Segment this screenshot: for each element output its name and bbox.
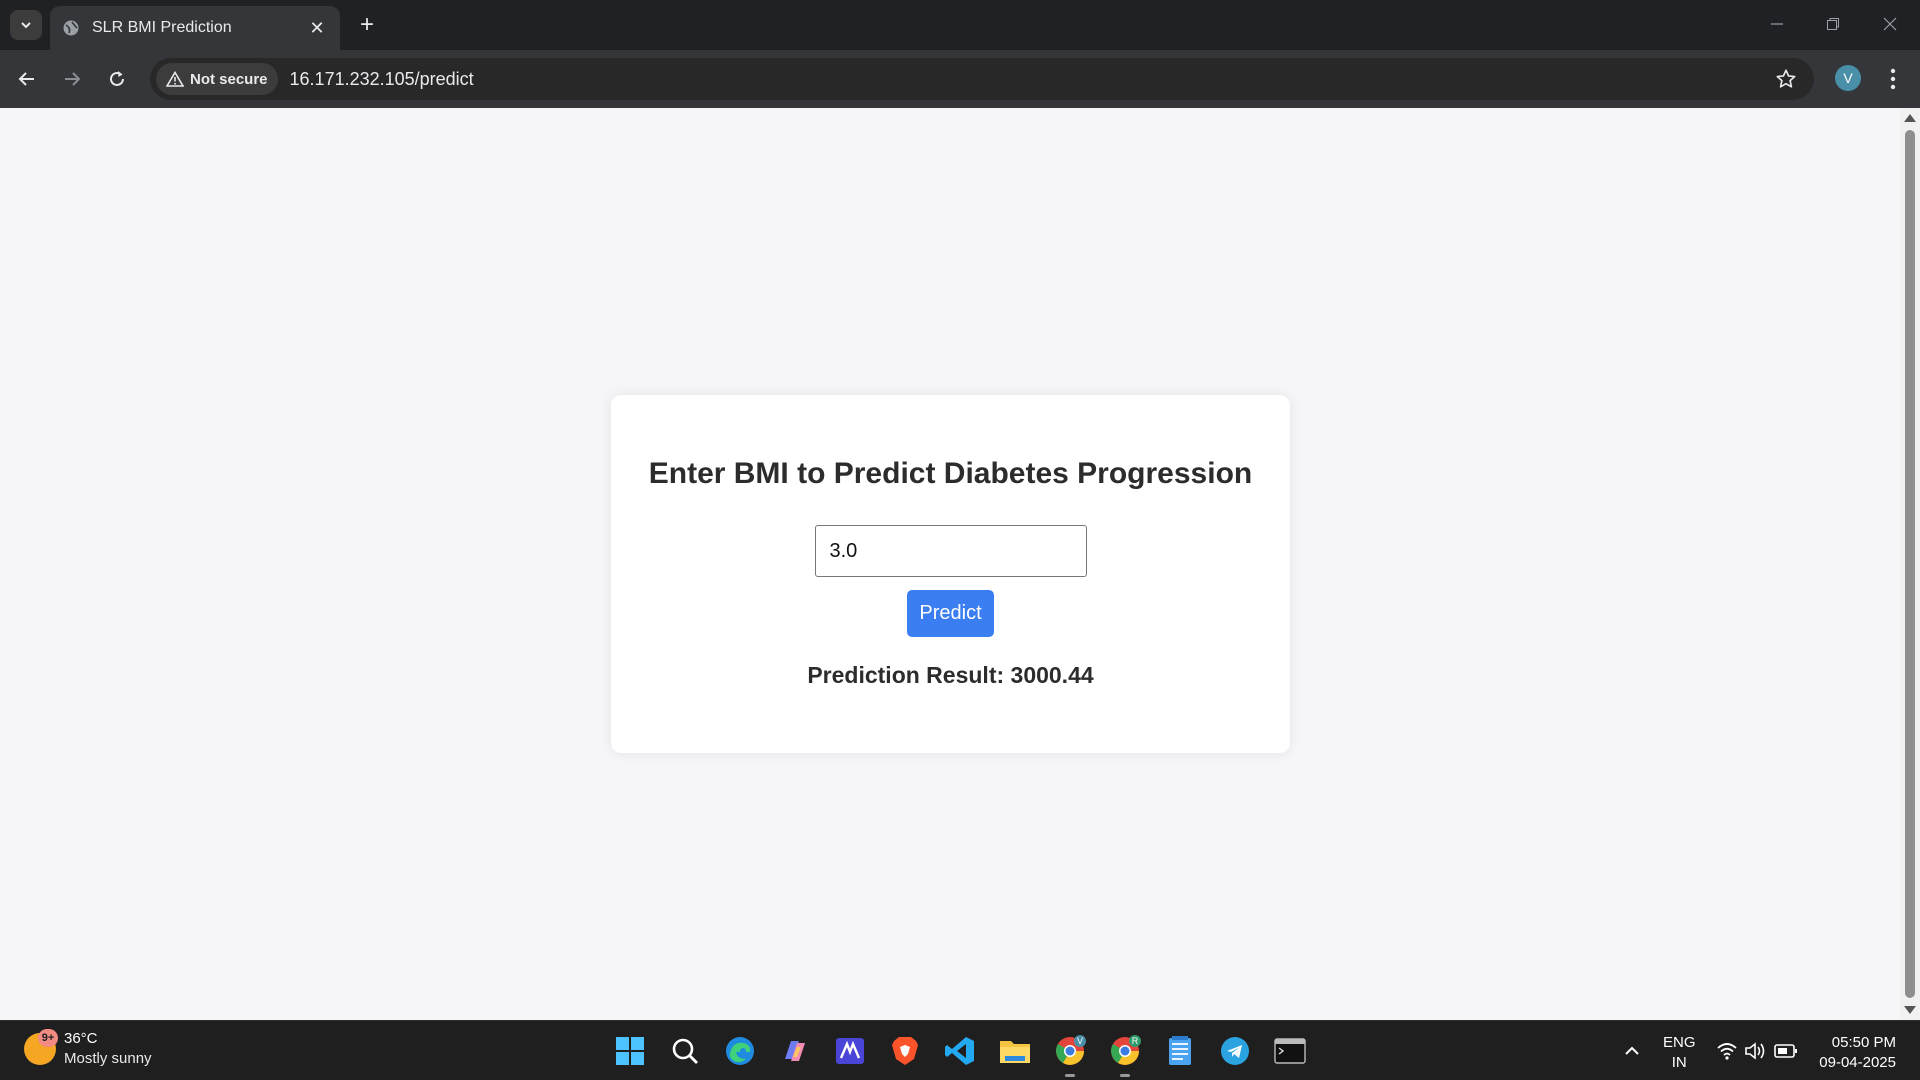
- star-icon: [1776, 69, 1796, 88]
- tab-search-button[interactable]: [10, 10, 42, 40]
- clock-date: 09-04-2025: [1819, 1054, 1896, 1071]
- taskbar-search-button[interactable]: [665, 1031, 705, 1071]
- new-tab-button[interactable]: +: [352, 10, 382, 40]
- running-indicator: [1065, 1074, 1075, 1077]
- chrome-icon: V: [1056, 1035, 1086, 1065]
- app-m-icon: [836, 1038, 864, 1064]
- close-window-button[interactable]: [1870, 8, 1910, 40]
- arrow-left-icon: [18, 72, 34, 86]
- page-scrollbar[interactable]: [1900, 108, 1920, 1020]
- address-bar[interactable]: Not secure 16.171.232.105/predict: [150, 58, 1814, 100]
- chrome-icon: R: [1111, 1035, 1141, 1065]
- start-button[interactable]: [610, 1031, 650, 1071]
- wifi-icon: [1717, 1043, 1737, 1060]
- bmi-input[interactable]: [814, 525, 1087, 577]
- close-tab-icon[interactable]: ✕: [306, 17, 328, 39]
- taskbar-apps: V R: [610, 1031, 1325, 1077]
- scroll-down-arrow[interactable]: [1904, 1006, 1916, 1014]
- running-indicator: [1120, 1074, 1130, 1077]
- globe-icon: [62, 19, 80, 37]
- predict-button[interactable]: Predict: [907, 590, 994, 637]
- weather-temp: 36°C: [64, 1030, 98, 1047]
- close-icon: [1883, 17, 1897, 31]
- taskbar-clock[interactable]: 05:50 PM 09-04-2025: [1812, 1033, 1896, 1073]
- taskbar: 9+ 36°C Mostly sunny V R ENG IN 05:50 PM…: [0, 1020, 1920, 1080]
- weather-condition: Mostly sunny: [64, 1050, 152, 1067]
- taskbar-app-m[interactable]: [830, 1031, 870, 1071]
- tab-strip: SLR BMI Prediction ✕ +: [0, 0, 1920, 50]
- scroll-thumb[interactable]: [1905, 130, 1915, 998]
- taskbar-brave[interactable]: [885, 1031, 925, 1071]
- taskbar-terminal[interactable]: [1270, 1031, 1310, 1071]
- taskbar-edge[interactable]: [720, 1031, 760, 1071]
- browser-toolbar: Not secure 16.171.232.105/predict V: [0, 50, 1920, 108]
- restore-button[interactable]: [1813, 8, 1853, 40]
- chevron-down-icon: [21, 22, 31, 29]
- volume-icon: [1745, 1042, 1765, 1060]
- taskbar-telegram[interactable]: [1215, 1031, 1255, 1071]
- minimize-button[interactable]: [1757, 8, 1797, 40]
- bookmark-button[interactable]: [1774, 67, 1798, 91]
- folder-icon: [1000, 1041, 1030, 1063]
- search-icon: [672, 1038, 698, 1064]
- show-hidden-icons-button[interactable]: [1622, 1031, 1642, 1071]
- restore-icon: [1827, 18, 1839, 30]
- security-label: Not secure: [190, 70, 268, 88]
- chrome-profile-badge: R: [1132, 1036, 1139, 1046]
- notepad-icon: [1169, 1036, 1191, 1065]
- taskbar-notepad[interactable]: [1160, 1031, 1200, 1071]
- minimize-icon: [1771, 23, 1783, 25]
- battery-icon: [1774, 1044, 1797, 1058]
- tab-title: SLR BMI Prediction: [92, 19, 232, 36]
- reload-icon: [110, 71, 124, 86]
- browser-menu-button[interactable]: [1880, 64, 1906, 94]
- url-text[interactable]: 16.171.232.105/predict: [290, 69, 474, 90]
- clock-time: 05:50 PM: [1831, 1034, 1896, 1051]
- scroll-up-arrow[interactable]: [1904, 114, 1916, 122]
- brave-icon: [892, 1037, 918, 1065]
- more-vert-icon: [1890, 68, 1896, 90]
- page-title: Enter BMI to Predict Diabetes Progressio…: [648, 457, 1253, 490]
- taskbar-file-explorer[interactable]: [995, 1031, 1035, 1071]
- arrow-right-icon: [65, 72, 81, 86]
- language-code: ENG: [1663, 1034, 1696, 1051]
- page-viewport: Enter BMI to Predict Diabetes Progressio…: [0, 108, 1900, 1020]
- site-info-button[interactable]: Not secure: [156, 63, 278, 95]
- prediction-result: Prediction Result: 3000.44: [807, 662, 1094, 688]
- system-tray-status[interactable]: [1716, 1031, 1798, 1071]
- prediction-card: Enter BMI to Predict Diabetes Progressio…: [611, 395, 1290, 753]
- taskbar-chrome-r[interactable]: R: [1105, 1031, 1145, 1077]
- copilot-icon: [785, 1041, 805, 1061]
- chevron-up-icon: [1625, 1046, 1639, 1055]
- browser-tab[interactable]: SLR BMI Prediction ✕: [50, 6, 340, 50]
- warning-icon: [166, 71, 184, 87]
- taskbar-copilot[interactable]: [775, 1031, 815, 1071]
- reload-button[interactable]: [100, 62, 134, 96]
- taskbar-chrome-v[interactable]: V: [1050, 1031, 1090, 1077]
- vscode-icon: [945, 1037, 974, 1065]
- profile-avatar[interactable]: V: [1835, 65, 1861, 91]
- back-button[interactable]: [10, 62, 44, 96]
- forward-button[interactable]: [55, 62, 89, 96]
- chrome-profile-badge: V: [1077, 1036, 1083, 1046]
- telegram-icon: [1221, 1037, 1249, 1065]
- weather-sun-icon: 9+: [24, 1029, 58, 1065]
- weather-widget[interactable]: 9+ 36°C Mostly sunny: [24, 1029, 152, 1069]
- windows-start-icon: [616, 1037, 644, 1065]
- taskbar-vscode[interactable]: [940, 1031, 980, 1071]
- edge-icon: [726, 1037, 754, 1065]
- terminal-icon: [1274, 1038, 1306, 1064]
- region-code: IN: [1671, 1054, 1687, 1071]
- language-indicator[interactable]: ENG IN: [1663, 1033, 1696, 1073]
- notification-badge: 9+: [38, 1029, 58, 1047]
